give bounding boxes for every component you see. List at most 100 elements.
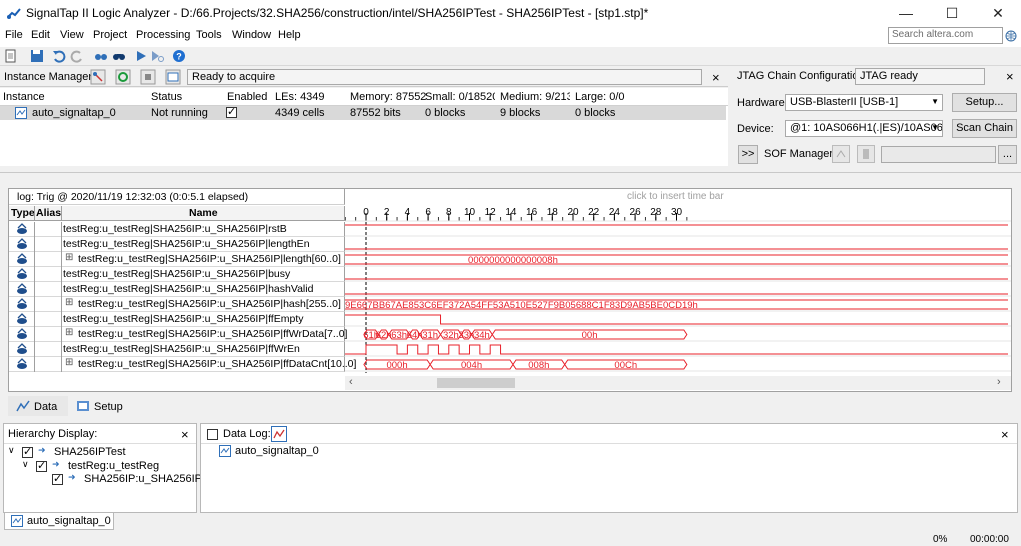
tab-data[interactable]: Data	[8, 396, 68, 416]
menu-tools[interactable]: Tools	[196, 29, 222, 41]
menu-window[interactable]: Window	[232, 29, 271, 41]
hierarchy-checkbox[interactable]	[52, 472, 63, 485]
search-input[interactable]: Search altera.com	[888, 27, 1003, 44]
expand-bus-icon[interactable]: ⊞	[65, 357, 73, 368]
signal-row[interactable]: testReg:u_testReg|SHA256IP:u_SHA256IP|le…	[9, 237, 345, 252]
globe-icon[interactable]	[1005, 30, 1017, 42]
find-icon[interactable]	[94, 49, 108, 63]
signal-row[interactable]: testReg:u_testReg|SHA256IP:u_SHA256IP|ff…	[9, 342, 345, 357]
hierarchy-item[interactable]: testReg:u_testReg	[68, 460, 159, 472]
stop-icon[interactable]	[140, 69, 156, 85]
col-alias[interactable]: Alias	[36, 207, 61, 219]
signal-row[interactable]: ⊞ testReg:u_testReg|SHA256IP:u_SHA256IP|f…	[9, 357, 356, 372]
ruler-tick-label: 26	[630, 207, 642, 218]
refresh-icon[interactable]	[115, 69, 131, 85]
hierarchy-item[interactable]: SHA256IP:u_SHA256IP	[84, 473, 202, 485]
signal-row[interactable]: ⊞ testReg:u_testReg|SHA256IP:u_SHA256IP|f…	[9, 327, 347, 342]
browse-button[interactable]: ...	[998, 145, 1017, 164]
signal-row[interactable]: ⊞ testReg:u_testReg|SHA256IP:u_SHA256IP|h…	[9, 297, 345, 312]
menu-processing[interactable]: Processing	[136, 29, 190, 41]
scroll-right-icon[interactable]: ›	[997, 376, 1001, 388]
scroll-left-icon[interactable]: ‹	[349, 376, 353, 388]
divider	[61, 252, 62, 267]
new-file-icon[interactable]	[4, 49, 18, 63]
status-bar: 0% 00:00:00	[0, 530, 1021, 546]
col-memory[interactable]: Memory: 87552	[350, 91, 426, 103]
signal-row[interactable]: testReg:u_testReg|SHA256IP:u_SHA256IP|ff…	[9, 312, 345, 327]
minimize-button[interactable]: —	[883, 0, 929, 26]
divider	[34, 342, 35, 357]
setup-button[interactable]: Setup...	[952, 93, 1017, 112]
col-small[interactable]: Small: 0/185200	[425, 91, 495, 103]
expand-bus-icon[interactable]: ⊞	[65, 297, 73, 308]
col-instance[interactable]: Instance	[3, 91, 45, 103]
toolbar: ?	[0, 47, 1021, 66]
hardware-select[interactable]: USB-BlasterII [USB-1] ▼	[785, 94, 943, 111]
close-button[interactable]: ✕	[975, 0, 1021, 26]
instance-enabled-checkbox[interactable]	[226, 105, 237, 118]
help-icon[interactable]: ?	[172, 49, 186, 63]
save-icon[interactable]	[30, 49, 44, 63]
col-large[interactable]: Large: 0/0	[575, 91, 625, 103]
log-label: log: Trig @ 2020/11/19 12:32:03 (0:0:5.1…	[17, 191, 249, 203]
sof-file-field[interactable]	[881, 146, 996, 163]
expand-sof-button[interactable]: >>	[738, 145, 758, 164]
undo-icon[interactable]	[52, 49, 66, 63]
scan-chain-button[interactable]: Scan Chain	[952, 119, 1017, 138]
expand-bus-icon[interactable]: ⊞	[65, 327, 73, 338]
hierarchy-checkbox[interactable]	[22, 445, 33, 458]
col-type[interactable]: Type	[11, 207, 35, 219]
signal-row[interactable]: testReg:u_testReg|SHA256IP:u_SHA256IP|bu…	[9, 267, 345, 282]
instance-row[interactable]: auto_signaltap_0 Not running 4349 cells …	[0, 105, 726, 120]
col-enabled[interactable]: Enabled	[227, 91, 267, 103]
hierarchy-close-icon[interactable]: ×	[181, 427, 189, 442]
expand-bus-icon[interactable]: ⊞	[65, 252, 73, 263]
menu-view[interactable]: View	[60, 29, 84, 41]
redo-icon[interactable]	[70, 49, 84, 63]
device-select[interactable]: @1: 10AS066H1(.|ES)/10AS066 ▼	[785, 120, 943, 137]
col-status[interactable]: Status	[151, 91, 182, 103]
menu-help[interactable]: Help	[278, 29, 301, 41]
menu-project[interactable]: Project	[93, 29, 127, 41]
menu-edit[interactable]: Edit	[31, 29, 50, 41]
progress-text: 0%	[933, 534, 948, 545]
instance-manager-close-icon[interactable]: ×	[712, 70, 720, 85]
menu-file[interactable]: File	[5, 29, 23, 41]
divider	[61, 297, 62, 312]
col-medium[interactable]: Medium: 9/2131	[500, 91, 570, 103]
divider	[61, 267, 62, 282]
horizontal-scrollbar[interactable]: ‹ ›	[345, 376, 1011, 390]
chip-icon[interactable]	[857, 145, 875, 163]
read-data-icon[interactable]	[165, 69, 181, 85]
binoculars-icon[interactable]	[112, 49, 126, 63]
tab-data-label: Data	[34, 401, 58, 413]
signal-row[interactable]: testReg:u_testReg|SHA256IP:u_SHA256IP|ha…	[9, 282, 345, 297]
data-log-icon[interactable]	[271, 426, 287, 442]
data-log-close-icon[interactable]: ×	[1001, 427, 1009, 442]
data-log-checkbox[interactable]	[207, 429, 218, 440]
program-device-icon[interactable]	[832, 145, 850, 163]
col-name[interactable]: Name	[189, 207, 218, 219]
collapse-icon[interactable]: ∨	[22, 459, 29, 470]
divider	[34, 252, 35, 267]
ruler-tick-label: 10	[464, 207, 476, 218]
autorun-icon[interactable]	[150, 49, 164, 63]
data-log-item[interactable]: auto_signaltap_0	[235, 445, 319, 457]
tab-instance[interactable]: auto_signaltap_0	[4, 513, 114, 530]
waveform-display[interactable]: 0 2 4 6 8 10 12 14 16 18 20 22 24 26 28 300000000000000…	[345, 205, 1011, 373]
hierarchy-item[interactable]: SHA256IPTest	[54, 446, 126, 458]
tab-setup[interactable]: Setup	[70, 396, 130, 416]
jtag-close-icon[interactable]: ×	[1006, 69, 1014, 84]
col-les[interactable]: LEs: 4349	[275, 91, 325, 103]
autodetect-icon[interactable]	[90, 69, 106, 85]
run-analysis-icon[interactable]	[134, 49, 148, 63]
device-select-value: @1: 10AS066H1(.|ES)/10AS066	[790, 122, 943, 134]
hierarchy-checkbox[interactable]	[36, 459, 47, 472]
maximize-button[interactable]: ☐	[929, 0, 975, 26]
scroll-thumb[interactable]	[437, 378, 515, 388]
signal-row[interactable]: ⊞ testReg:u_testReg|SHA256IP:u_SHA256IP|l…	[9, 252, 345, 267]
ruler-tick-label: 0	[363, 207, 369, 218]
insert-time-bar-hint[interactable]: click to insert time bar	[627, 191, 724, 202]
collapse-icon[interactable]: ∨	[8, 445, 15, 456]
signal-row[interactable]: testReg:u_testReg|SHA256IP:u_SHA256IP|rs…	[9, 222, 345, 237]
